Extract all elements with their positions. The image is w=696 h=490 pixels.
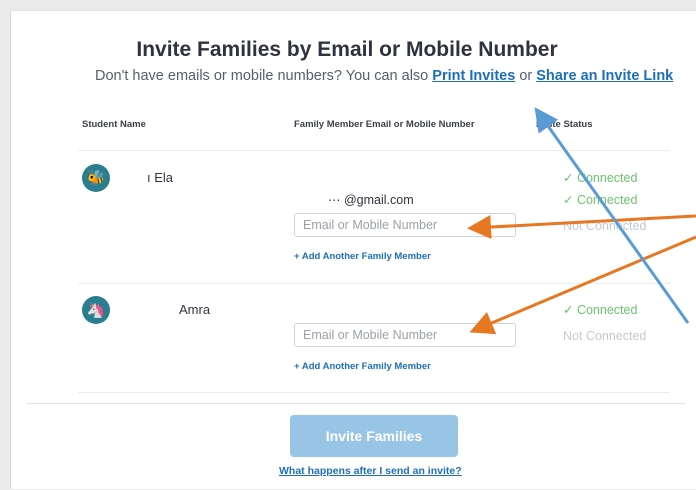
annotation-arrows bbox=[467, 107, 696, 335]
orange-arrow bbox=[469, 235, 696, 335]
orange-arrow bbox=[467, 214, 696, 240]
